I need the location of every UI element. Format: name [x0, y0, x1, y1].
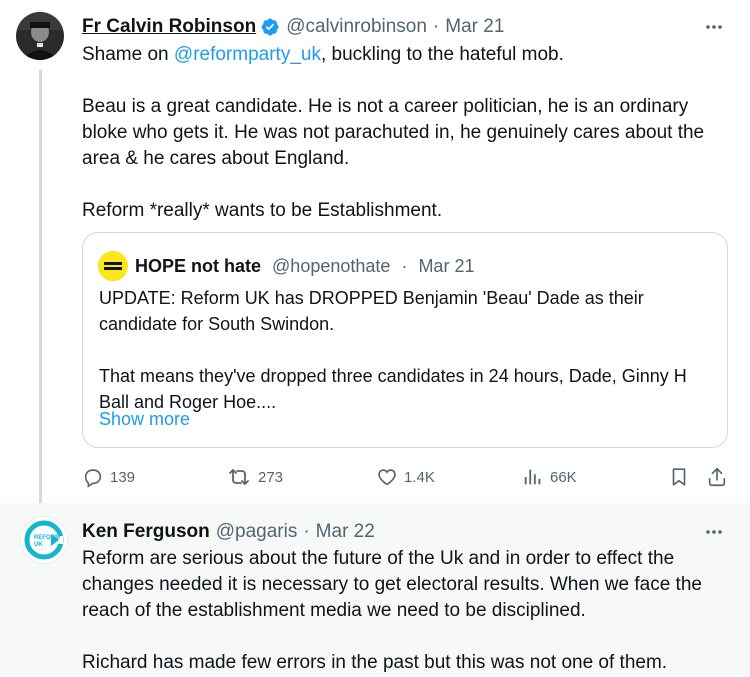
bookmark-icon — [668, 466, 690, 488]
avatar[interactable]: REFORM UK — [20, 516, 68, 564]
quote-paragraph: UPDATE: Reform UK has DROPPED Benjamin '… — [99, 288, 644, 334]
share-button[interactable] — [706, 465, 728, 489]
tweet-paragraph: Richard has made few errors in the past … — [82, 652, 668, 673]
reply-button[interactable]: 139 — [82, 465, 135, 489]
like-count: 1.4K — [404, 468, 435, 486]
tweet-paragraph: Reform are serious about the future of t… — [82, 548, 702, 621]
author-name[interactable]: Fr Calvin Robinson — [82, 15, 256, 39]
verified-badge-icon — [260, 17, 280, 37]
more-icon[interactable] — [702, 15, 726, 39]
repost-icon — [226, 466, 252, 488]
tweet-header: Fr Calvin Robinson @calvinrobinson · Mar… — [82, 15, 504, 39]
quote-author-handle[interactable]: @hopenothate — [272, 256, 390, 276]
thread-connector-line — [39, 70, 42, 503]
views-button[interactable]: 66K — [522, 465, 577, 489]
tweet-text: Reform are serious about the future of t… — [82, 546, 732, 676]
quote-author-name[interactable]: HOPE not hate — [135, 256, 261, 276]
heart-icon — [376, 466, 398, 488]
repost-count: 273 — [258, 468, 284, 486]
tweet-text: Shame on @reformparty_uk, buckling to th… — [82, 42, 732, 224]
separator-dot: · — [401, 256, 408, 276]
like-button[interactable]: 1.4K — [376, 465, 435, 489]
tweet-date[interactable]: Mar 21 — [445, 15, 504, 39]
quoted-tweet[interactable]: HOPE not hate @hopenothate · Mar 21 UPDA… — [82, 232, 728, 448]
tweet-ken-ferguson[interactable]: REFORM UK Ken Ferguson @pagaris · Mar 22… — [0, 503, 750, 677]
repost-button[interactable]: 273 — [226, 465, 283, 489]
text-fragment: , buckling to the hateful mob. — [320, 44, 564, 65]
author-name[interactable]: Ken Ferguson — [82, 520, 210, 544]
action-bar: 139 273 1.4K 66K — [82, 465, 732, 489]
quote-header: HOPE not hate @hopenothate · Mar 21 — [135, 254, 474, 278]
quote-date[interactable]: Mar 21 — [418, 256, 474, 276]
quote-text: UPDATE: Reform UK has DROPPED Benjamin '… — [99, 285, 719, 415]
text-fragment: Shame on — [82, 44, 174, 65]
author-handle[interactable]: @pagaris — [216, 520, 298, 544]
avatar[interactable] — [16, 12, 64, 60]
views-icon — [522, 466, 544, 488]
separator-dot: · — [432, 16, 440, 37]
tweet-paragraph: Shame on @reformparty_uk, buckling to th… — [82, 42, 732, 68]
quote-avatar — [98, 251, 128, 281]
show-more-link[interactable]: Show more — [99, 409, 190, 430]
tweet-date[interactable]: Mar 22 — [316, 520, 375, 544]
separator-dot: · — [303, 521, 310, 542]
reply-count: 139 — [110, 468, 136, 486]
mention-link[interactable]: @reformparty_uk — [174, 44, 321, 65]
author-handle[interactable]: @calvinrobinson — [286, 15, 427, 39]
share-icon — [706, 466, 728, 488]
tweet-header: Ken Ferguson @pagaris · Mar 22 — [82, 520, 375, 544]
svg-text:UK: UK — [34, 542, 43, 548]
views-count: 66K — [550, 468, 577, 486]
more-icon[interactable] — [702, 520, 726, 544]
quote-paragraph: That means they've dropped three candida… — [99, 366, 687, 412]
tweet-calvin-robinson[interactable]: Fr Calvin Robinson @calvinrobinson · Mar… — [0, 0, 750, 503]
tweet-paragraph: Reform *really* wants to be Establishmen… — [82, 200, 443, 221]
bookmark-button[interactable] — [668, 465, 690, 489]
avatar-logo-text: REFORM — [34, 535, 60, 541]
reply-icon — [82, 466, 104, 488]
tweet-paragraph: Beau is a great candidate. He is not a c… — [82, 96, 705, 169]
